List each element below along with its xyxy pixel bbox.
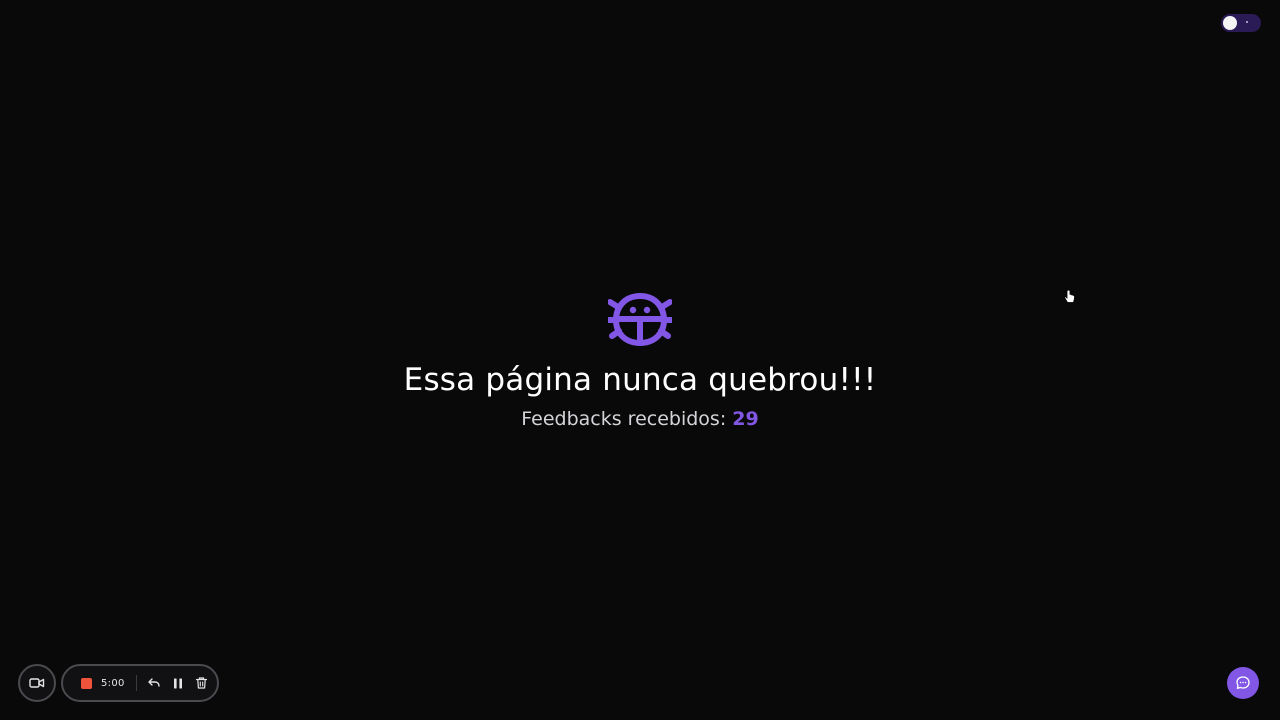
delete-button[interactable] (195, 676, 209, 690)
feedback-count: 29 (732, 408, 759, 430)
undo-icon (147, 678, 160, 687)
camera-button[interactable] (18, 664, 56, 702)
pointer-cursor-icon (1064, 290, 1075, 303)
trash-icon (196, 677, 208, 689)
page: Essa página nunca quebrou!!! Feedbacks r… (0, 0, 1280, 720)
empty-state: Essa página nunca quebrou!!! Feedbacks r… (0, 290, 1280, 432)
pause-icon (173, 678, 182, 688)
bug-icon (608, 292, 672, 347)
feedback-counter: Feedbacks recebidos: 29 (0, 406, 1280, 432)
divider (135, 675, 137, 691)
recorder-bar: 5:00 (61, 664, 219, 702)
chat-bubble-icon (1236, 676, 1250, 690)
pause-button[interactable] (171, 676, 185, 690)
feedback-counter-label: Feedbacks recebidos: (521, 408, 727, 430)
theme-toggle[interactable] (1221, 14, 1261, 32)
undo-button[interactable] (147, 676, 161, 690)
video-camera-icon (29, 678, 45, 688)
toggle-knob (1223, 16, 1237, 30)
stop-icon[interactable] (81, 677, 92, 689)
feedback-chat-button[interactable] (1227, 667, 1259, 699)
star-icon (1246, 21, 1248, 23)
page-title: Essa página nunca quebrou!!! (403, 362, 877, 398)
record-timer: 5:00 (101, 677, 125, 689)
